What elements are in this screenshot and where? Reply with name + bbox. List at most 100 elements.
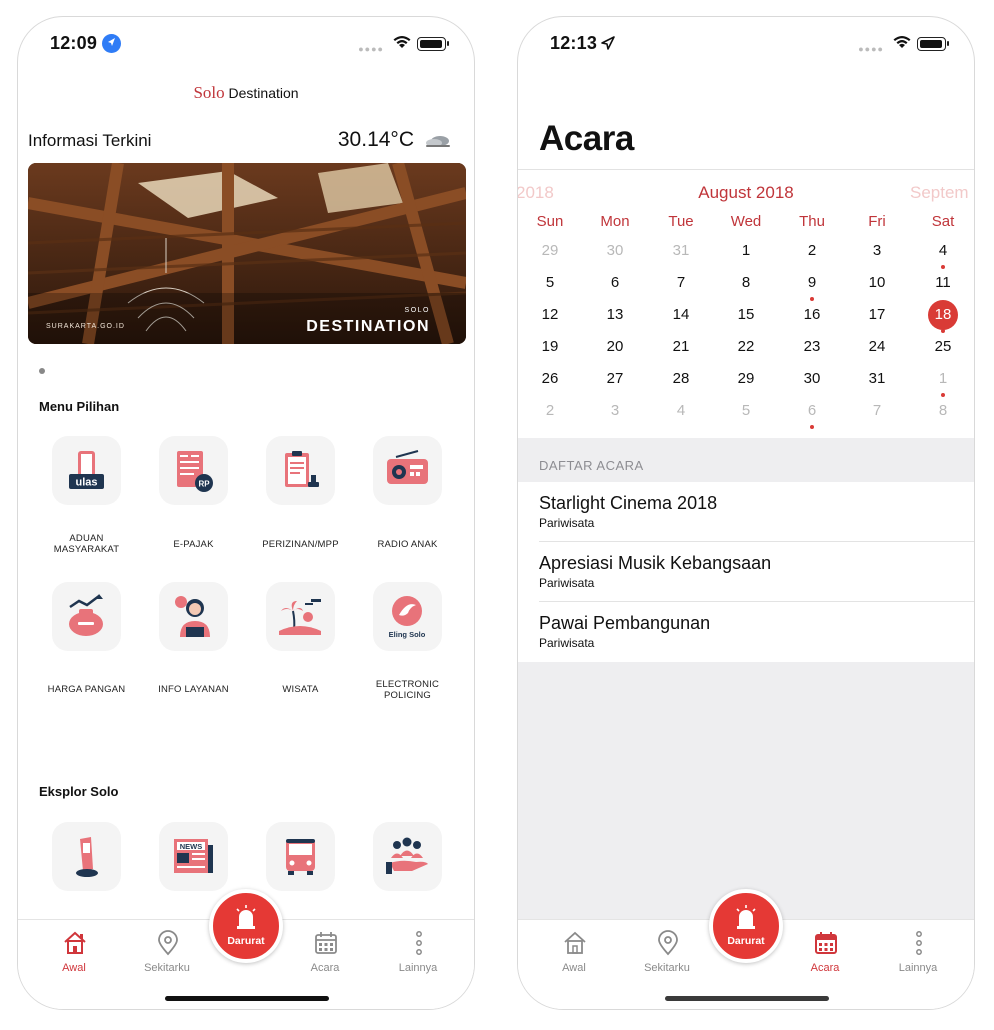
menu-item-harga-pangan[interactable]: [33, 582, 140, 662]
svg-text:NEWS: NEWS: [180, 842, 203, 851]
tab-awal[interactable]: Awal: [29, 920, 119, 980]
tab-acara[interactable]: Acara: [780, 920, 870, 980]
calendar-day[interactable]: 30: [595, 237, 635, 265]
event-row[interactable]: Pawai Pembangunan Pariwisata: [518, 602, 974, 662]
wifi-icon: [893, 36, 911, 48]
home-indicator[interactable]: [665, 996, 829, 1001]
eksplor-item-kiosk[interactable]: [33, 822, 140, 902]
calendar-day[interactable]: 27: [595, 365, 635, 393]
clipboard-stamp-icon: [285, 451, 319, 487]
calendar-day[interactable]: 6: [792, 397, 832, 425]
calendar-day[interactable]: 20: [595, 333, 635, 361]
calendar-day[interactable]: 28: [661, 365, 701, 393]
calendar-day[interactable]: 8: [923, 397, 963, 425]
tab-lainnya[interactable]: Lainnya: [373, 920, 463, 980]
tab-awal[interactable]: Awal: [529, 920, 619, 980]
community-hand-icon: [386, 837, 428, 874]
event-row[interactable]: Apresiasi Musik Kebangsaan Pariwisata: [518, 542, 974, 602]
calendar-day[interactable]: 4: [661, 397, 701, 425]
tab-lainnya[interactable]: Lainnya: [873, 920, 963, 980]
page-title: Acara: [539, 119, 634, 158]
calendar-day[interactable]: 31: [661, 237, 701, 265]
calendar-day[interactable]: 29: [530, 237, 570, 265]
calendar-day[interactable]: 10: [857, 269, 897, 297]
menu-item-radio-anak[interactable]: [354, 436, 461, 516]
eksplor-item-news[interactable]: NEWS: [140, 822, 247, 902]
calendar-day[interactable]: 5: [530, 269, 570, 297]
tab-acara[interactable]: Acara: [280, 920, 370, 980]
calendar-day[interactable]: 1: [726, 237, 766, 265]
weekday-label: Tue: [668, 213, 694, 230]
phone-acara-screen: 12:13 ●●●● Acara 2018 August 2018 Septem…: [517, 16, 975, 1010]
calendar-day[interactable]: 16: [792, 301, 832, 329]
calendar-day[interactable]: 3: [857, 237, 897, 265]
tab-sekitarku[interactable]: Sekitarku: [622, 920, 712, 980]
weekday-label: Mon: [600, 213, 630, 230]
calendar-day[interactable]: 26: [530, 365, 570, 393]
calendar-day[interactable]: 4: [923, 237, 963, 265]
calendar-day[interactable]: 25: [923, 333, 963, 361]
location-arrow-icon: [601, 36, 615, 50]
calendar-day[interactable]: 6: [595, 269, 635, 297]
eksplor-item-bus[interactable]: [247, 822, 354, 902]
calendar-day[interactable]: 1: [923, 365, 963, 393]
calendar-day[interactable]: 17: [857, 301, 897, 329]
menu-label-wisata: WISATA: [282, 684, 319, 695]
calendar-day[interactable]: 15: [726, 301, 766, 329]
event-indicator-dot: [810, 297, 814, 301]
calendar-day[interactable]: 23: [792, 333, 832, 361]
darurat-emergency-button[interactable]: Darurat: [209, 889, 283, 963]
calendar-day[interactable]: 2: [530, 397, 570, 425]
newspaper-icon: NEWS: [174, 839, 213, 873]
event-row[interactable]: Starlight Cinema 2018 Pariwisata: [518, 482, 974, 542]
map-pin-icon: [658, 930, 678, 956]
calendar-day[interactable]: 7: [661, 269, 701, 297]
eksplor-item-community[interactable]: [354, 822, 461, 902]
status-bar: 12:13 ●●●●: [518, 17, 974, 69]
calendar-day[interactable]: 11: [923, 269, 963, 297]
tab-lainnya-label: Lainnya: [898, 962, 938, 974]
logo-destination-text: Destination: [228, 85, 299, 101]
calendar-day[interactable]: 14: [661, 301, 701, 329]
info-terkini-title: Informasi Terkini: [28, 131, 152, 150]
calendar-day[interactable]: 9: [792, 269, 832, 297]
calendar-day[interactable]: 22: [726, 333, 766, 361]
menu-item-perizinan-mpp[interactable]: [247, 436, 354, 516]
menu-item-e-pajak[interactable]: RP: [140, 436, 247, 516]
calendar-day[interactable]: 5: [726, 397, 766, 425]
calendar-icon: [315, 932, 337, 954]
menu-item-aduan-masyarakat[interactable]: ulas: [33, 436, 140, 516]
map-pin-icon: [158, 930, 178, 956]
tab-acara-label: Acara: [310, 962, 340, 974]
calendar-day[interactable]: 21: [661, 333, 701, 361]
tab-lainnya-label: Lainnya: [398, 962, 438, 974]
tab-sekitarku[interactable]: Sekitarku: [122, 920, 212, 980]
calendar-day[interactable]: 7: [857, 397, 897, 425]
calendar-day[interactable]: 8: [726, 269, 766, 297]
eksplor-solo-title: Eksplor Solo: [39, 784, 119, 799]
weekday-label: Sat: [931, 213, 955, 230]
calendar-day[interactable]: 3: [595, 397, 635, 425]
svg-text:RP: RP: [198, 480, 210, 489]
calendar-next-month[interactable]: Septem: [910, 183, 969, 203]
calendar-day[interactable]: 30: [792, 365, 832, 393]
logo-solo-text: Solo: [193, 83, 225, 102]
home-indicator[interactable]: [165, 996, 329, 1001]
menu-item-wisata[interactable]: [247, 582, 354, 662]
calendar-day-selected[interactable]: 18: [923, 301, 963, 329]
calendar-day[interactable]: 13: [595, 301, 635, 329]
calendar-day[interactable]: 2: [792, 237, 832, 265]
darurat-emergency-button[interactable]: Darurat: [709, 889, 783, 963]
calendar-day[interactable]: 19: [530, 333, 570, 361]
calendar-day[interactable]: 12: [530, 301, 570, 329]
menu-label-radio: RADIO ANAK: [377, 539, 438, 550]
battery-icon: [917, 37, 949, 51]
calendar-day[interactable]: 29: [726, 365, 766, 393]
menu-item-electronic-policing[interactable]: Eling Solo: [354, 582, 461, 662]
menu-item-info-layanan[interactable]: [140, 582, 247, 662]
news-banner[interactable]: SURAKARTA.GO.ID SOLO DESTINATION: [28, 163, 466, 344]
signal-icon: ●●●●: [358, 44, 384, 54]
calendar-day[interactable]: 31: [857, 365, 897, 393]
calendar-day[interactable]: 24: [857, 333, 897, 361]
banner-page-indicator[interactable]: [39, 368, 45, 374]
